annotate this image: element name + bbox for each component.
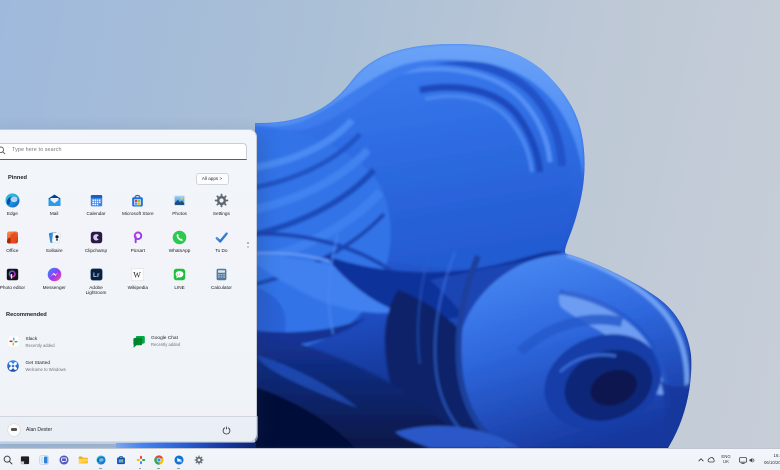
svg-text:LI: LI (177, 273, 180, 277)
svg-text:W: W (133, 270, 141, 279)
svg-text:Lr: Lr (93, 272, 100, 279)
